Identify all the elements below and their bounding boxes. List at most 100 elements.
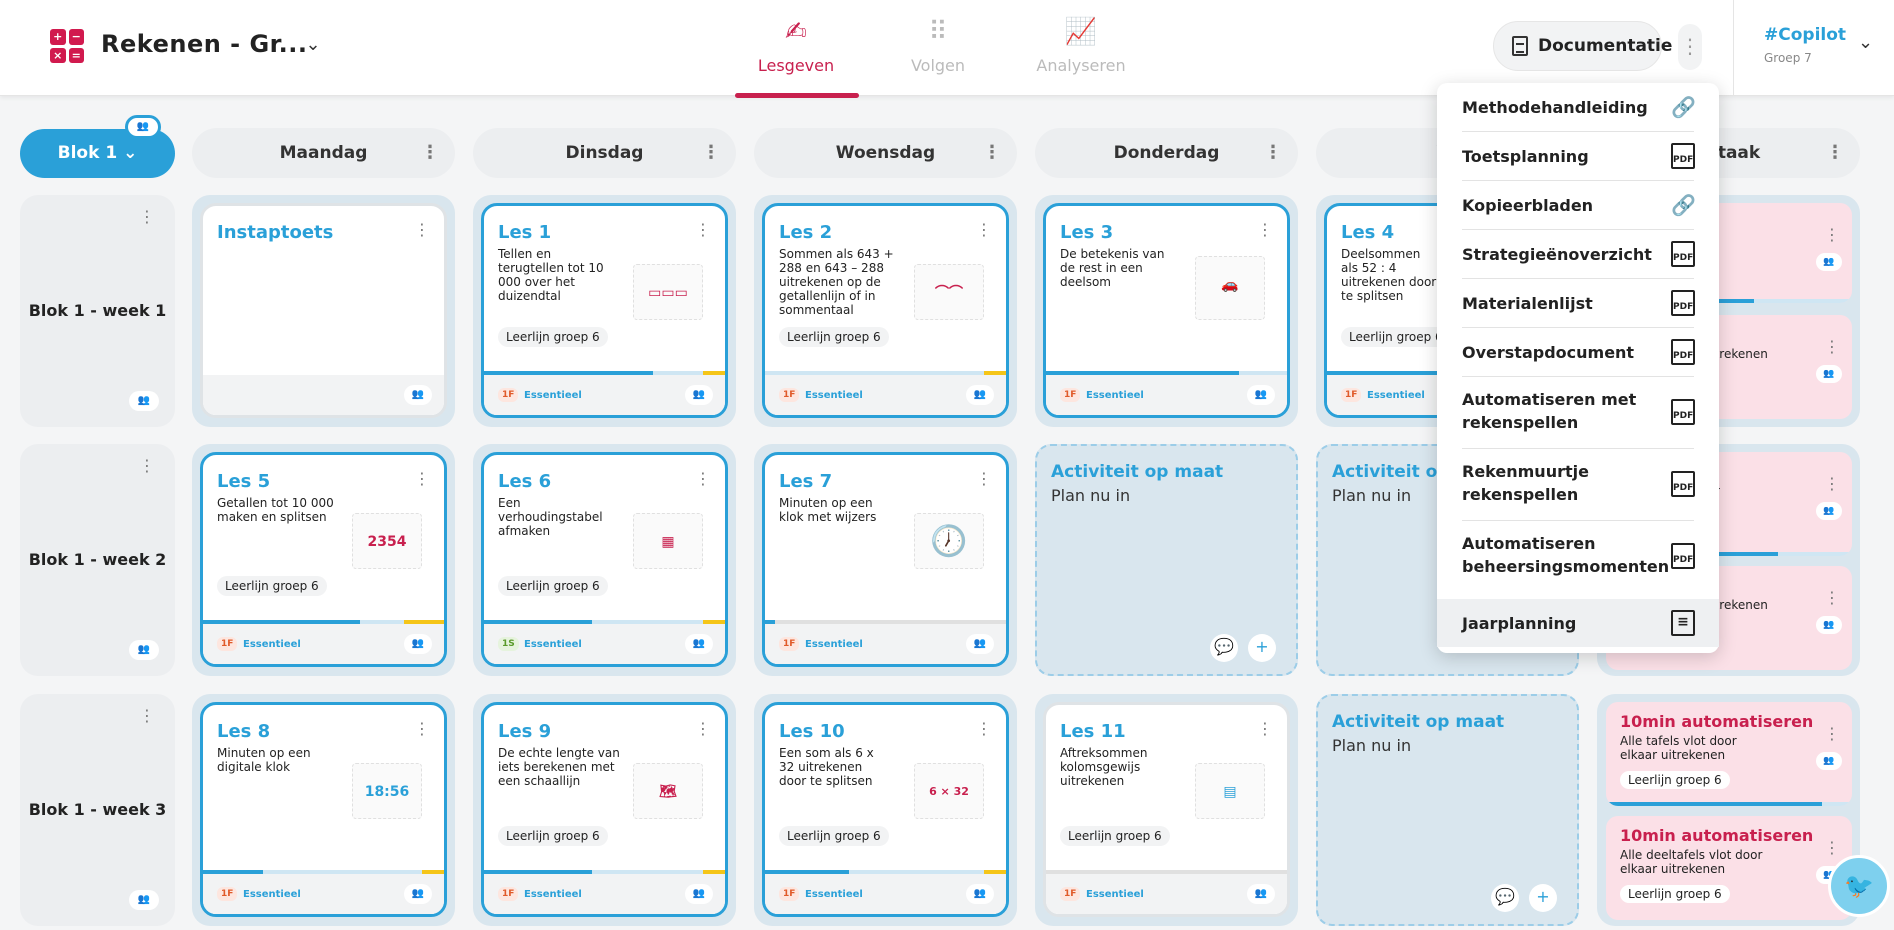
pdf-icon: PDF	[1671, 241, 1695, 267]
kebab-icon[interactable]: ⋮	[702, 128, 720, 178]
lesson-card-les5[interactable]: Les 5 ⋮ Getallen tot 10 000 maken en spl…	[200, 452, 447, 667]
kebab-icon[interactable]: ⋮	[414, 719, 430, 738]
leerlijn-tag: Leerlijn groep 6	[217, 576, 327, 596]
menu-item-overstapdocument[interactable]: Overstapdocument PDF	[1437, 328, 1719, 376]
kebab-icon[interactable]: ⋮	[1826, 128, 1844, 178]
activity-title: Activiteit op maat	[1051, 462, 1224, 482]
kebab-icon[interactable]: ⋮	[1257, 220, 1273, 239]
lesson-card-instaptoets[interactable]: Instaptoets ⋮ 👥	[200, 203, 447, 418]
chevron-down-icon[interactable]: ⌄	[1858, 32, 1873, 53]
group-icon[interactable]: 👥	[129, 890, 159, 910]
kebab-icon[interactable]: ⋮	[1264, 128, 1282, 178]
kebab-icon[interactable]: ⋮	[421, 128, 439, 178]
weektaak-title: 10min automatiseren	[1620, 826, 1814, 845]
group-icon[interactable]: 👥	[966, 385, 994, 405]
kebab-icon[interactable]: ⋮	[1824, 474, 1840, 493]
kebab-icon[interactable]: ⋮	[139, 706, 155, 725]
group-badge-icon: 👥	[125, 115, 161, 139]
comment-icon[interactable]: 💬	[1210, 634, 1238, 662]
comment-icon[interactable]: 💬	[1491, 884, 1519, 912]
kebab-icon[interactable]: ⋮	[139, 456, 155, 475]
group-icon[interactable]: 👥	[685, 884, 713, 904]
tab-analyseren[interactable]: 📈 Analyseren	[1016, 14, 1146, 94]
kebab-icon[interactable]: ⋮	[695, 220, 711, 239]
lesson-card-les3[interactable]: Les 3 ⋮ De betekenis van de rest in een …	[1043, 203, 1290, 418]
menu-item-rekenmuurtje-rekenspellen[interactable]: Rekenmuurtje rekenspellen PDF	[1437, 449, 1719, 520]
lesson-card-les10[interactable]: Les 10 ⋮ Een som als 6 x 32 uitrekenen d…	[762, 702, 1009, 917]
kebab-icon[interactable]: ⋮	[414, 469, 430, 488]
kebab-icon[interactable]: ⋮	[1824, 724, 1840, 743]
kebab-icon[interactable]: ⋮	[1824, 838, 1840, 857]
kebab-icon[interactable]: ⋮	[139, 207, 155, 226]
tab-lesgeven[interactable]: ✍ Lesgeven	[731, 14, 861, 94]
lesson-card-les7[interactable]: Les 7 ⋮ Minuten op een klok met wijzers …	[762, 452, 1009, 667]
documentatie-label: Documentatie	[1538, 36, 1673, 56]
group-icon[interactable]: 👥	[404, 385, 432, 405]
group-icon[interactable]: 👥	[1816, 253, 1842, 271]
day-label: Donderdag	[1113, 143, 1220, 163]
group-icon[interactable]: 👥	[129, 391, 159, 411]
weektaak-card[interactable]: 10min automatiseren Alle tafels vlot doo…	[1606, 702, 1852, 806]
kebab-icon[interactable]: ⋮	[976, 220, 992, 239]
menu-item-automatiseren-beheersingsmomenten[interactable]: Automatiseren beheersingsmomenten PDF	[1437, 521, 1719, 592]
group-icon[interactable]: 👥	[1247, 385, 1275, 405]
menu-item-toetsplanning[interactable]: Toetsplanning PDF	[1437, 132, 1719, 180]
group-icon[interactable]: 👥	[685, 385, 713, 405]
kebab-icon[interactable]: ⋮	[983, 128, 1001, 178]
card-title: Les 8	[217, 721, 271, 742]
lesson-card-les2[interactable]: Les 2 ⋮ Sommen als 643 + 288 en 643 – 28…	[762, 203, 1009, 418]
lesson-card-les9[interactable]: Les 9 ⋮ De echte lengte van iets bereken…	[481, 702, 728, 917]
group-icon[interactable]: 👥	[966, 884, 994, 904]
card-description: Minuten op een digitale klok	[217, 746, 311, 774]
tab-volgen[interactable]: ⠿ Volgen	[873, 14, 1003, 94]
add-icon[interactable]: +	[1529, 884, 1557, 912]
kebab-icon[interactable]: ⋮	[1824, 337, 1840, 356]
add-icon[interactable]: +	[1248, 634, 1276, 662]
kebab-icon[interactable]: ⋮	[695, 469, 711, 488]
kebab-icon[interactable]: ⋮	[1824, 588, 1840, 607]
menu-item-methodehandleiding[interactable]: Methodehandleiding 🔗	[1437, 83, 1719, 131]
more-options-icon[interactable]: ⋮	[1678, 24, 1702, 70]
group-icon[interactable]: 👥	[1816, 502, 1842, 520]
kebab-icon[interactable]: ⋮	[1824, 225, 1840, 244]
day-header-maandag: Maandag ⋮	[192, 128, 455, 178]
assistant-avatar-icon[interactable]: 🐦	[1828, 855, 1890, 917]
group-icon[interactable]: 👥	[1247, 884, 1275, 904]
group-icon[interactable]: 👥	[404, 884, 432, 904]
card-title: Les 9	[498, 721, 552, 742]
chevron-down-icon[interactable]: ⌄	[300, 34, 326, 60]
group-icon[interactable]: 👥	[1816, 616, 1842, 634]
essential-label: Essentieel	[805, 889, 863, 900]
group-icon[interactable]: 👥	[129, 640, 159, 660]
menu-item-automatiseren-met-rekenspellen[interactable]: Automatiseren met rekenspellen PDF	[1437, 377, 1719, 448]
kebab-icon[interactable]: ⋮	[976, 469, 992, 488]
menu-item-jaarplanning[interactable]: Jaarplanning ≡	[1437, 599, 1719, 647]
group-icon[interactable]: 👥	[685, 634, 713, 654]
group-icon[interactable]: 👥	[966, 634, 994, 654]
activity-slot[interactable]: Activiteit op maat Plan nu in 💬 +	[1035, 444, 1298, 676]
kebab-icon[interactable]: ⋮	[414, 220, 430, 239]
day-label: Woensdag	[835, 143, 936, 163]
group-icon[interactable]: 👥	[1816, 752, 1842, 770]
group-icon[interactable]: 👥	[1816, 365, 1842, 383]
documentatie-button[interactable]: Documentatie	[1493, 21, 1672, 71]
kebab-icon[interactable]: ⋮	[1257, 719, 1273, 738]
kebab-icon[interactable]: ⋮	[976, 719, 992, 738]
menu-item-kopieerbladen[interactable]: Kopieerbladen 🔗	[1437, 181, 1719, 229]
lesson-card-les6[interactable]: Les 6 ⋮ Een verhoudingstabel afmaken ▦ L…	[481, 452, 728, 667]
activity-slot[interactable]: Activiteit op maat Plan nu in 💬 +	[1316, 694, 1579, 926]
menu-item-materialenlijst[interactable]: Materialenlijst PDF	[1437, 279, 1719, 327]
group-icon[interactable]: 👥	[404, 634, 432, 654]
day-label: Maandag	[279, 143, 368, 163]
weektaak-card[interactable]: 10min automatiseren Alle deeltafels vlot…	[1606, 816, 1852, 920]
lesson-card-les11[interactable]: Les 11 ⋮ Aftreksommen kolomsgewijs uitre…	[1043, 702, 1290, 917]
kebab-icon[interactable]: ⋮	[695, 719, 711, 738]
menu-item-strategieenoverzicht[interactable]: Strategieënoverzicht PDF	[1437, 230, 1719, 278]
card-title: Les 11	[1060, 721, 1126, 742]
lesson-card-les8[interactable]: Les 8 ⋮ Minuten op een digitale klok 18:…	[200, 702, 447, 917]
card-description: Minuten op een klok met wijzers	[779, 496, 877, 524]
essential-label: Essentieel	[524, 390, 582, 401]
copilot-title[interactable]: #Copilot	[1764, 25, 1846, 45]
logo-minus: −	[68, 29, 84, 45]
lesson-card-les1[interactable]: Les 1 ⋮ Tellen en terugtellen tot 10 000…	[481, 203, 728, 418]
